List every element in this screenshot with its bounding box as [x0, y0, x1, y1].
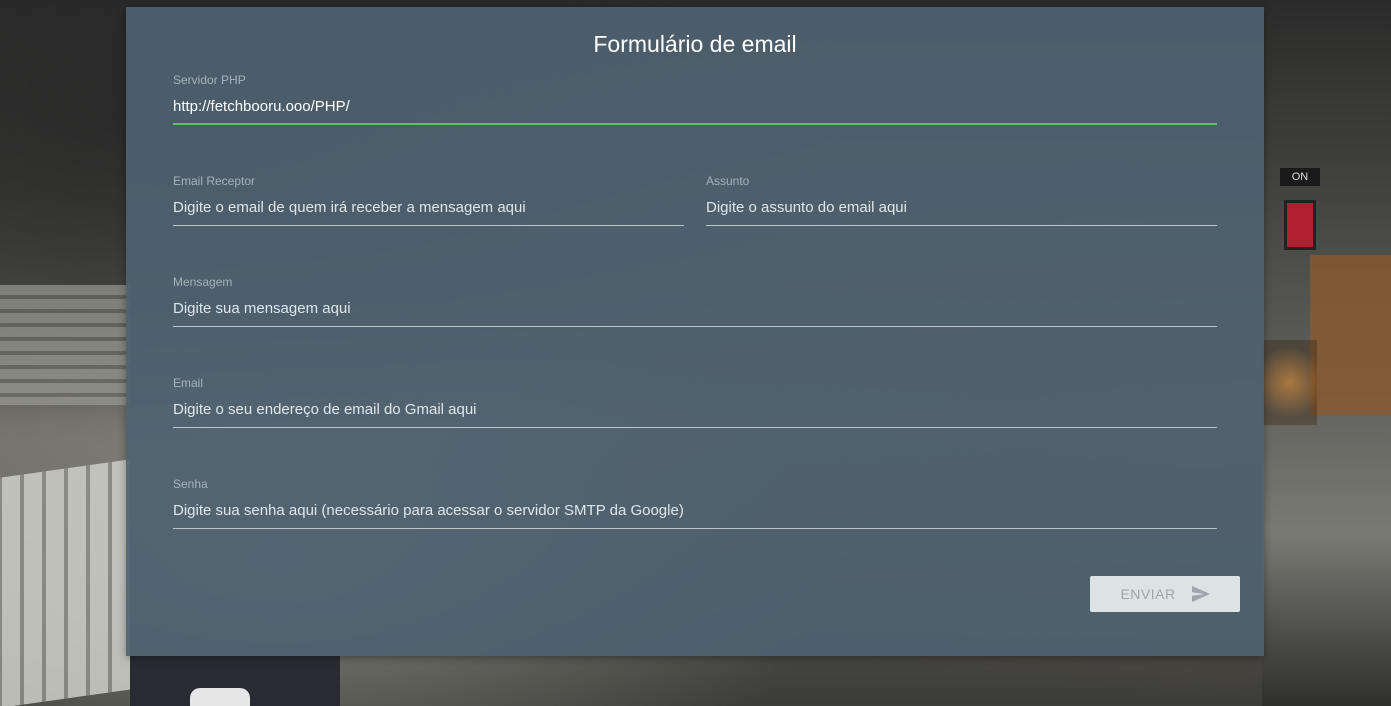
email-form-card: Formulário de email Servidor PHP Email R… — [126, 7, 1264, 656]
background-nixie-tubes — [1262, 340, 1317, 425]
email-label: Email — [173, 376, 204, 390]
background-tray — [0, 285, 130, 405]
php-server-label: Servidor PHP — [173, 73, 246, 87]
receptor-label: Email Receptor — [173, 174, 256, 188]
gmail-address-input[interactable] — [173, 392, 1217, 428]
subject-label: Assunto — [706, 174, 750, 188]
php-server-field: Servidor PHP — [173, 73, 1217, 133]
message-input[interactable] — [173, 291, 1217, 327]
send-icon — [1191, 586, 1210, 602]
background-mouse — [190, 688, 250, 706]
background-power-label: ON — [1280, 168, 1320, 186]
subject-field: Assunto — [706, 174, 1217, 234]
background-keyboard — [0, 459, 130, 706]
password-input[interactable] — [173, 493, 1217, 529]
send-button-label: ENVIAR — [1120, 586, 1176, 602]
send-button[interactable]: ENVIAR — [1090, 576, 1240, 612]
background-panel — [1310, 255, 1391, 415]
form-title: Formulário de email — [593, 31, 797, 57]
background-power-switch — [1284, 200, 1316, 250]
password-field: Senha — [173, 477, 1217, 537]
php-server-input[interactable] — [173, 89, 1217, 125]
email-field: Email — [173, 376, 1217, 436]
receptor-email-input[interactable] — [173, 190, 684, 226]
message-label: Mensagem — [173, 275, 233, 289]
receptor-field: Email Receptor — [173, 174, 684, 234]
subject-input[interactable] — [706, 190, 1217, 226]
message-field: Mensagem — [173, 275, 1217, 335]
password-label: Senha — [173, 477, 208, 491]
